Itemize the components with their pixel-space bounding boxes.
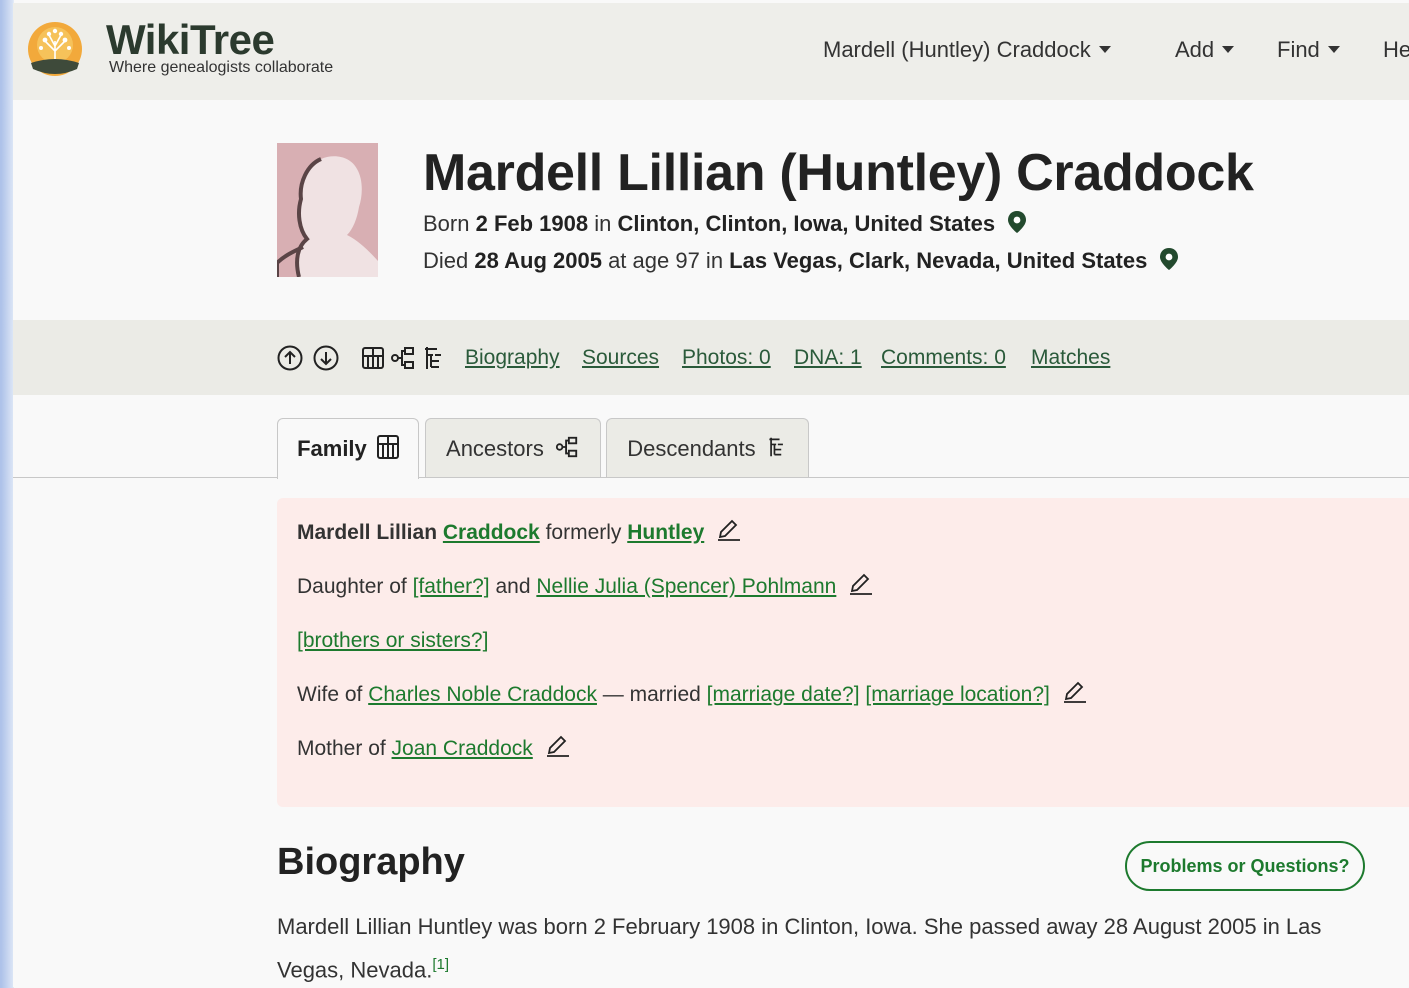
toolbar-link-matches[interactable]: Matches [1031,346,1110,370]
profile-avatar[interactable] [277,143,378,277]
birth-place: Clinton, Clinton, Iowa, United States [617,211,996,236]
biography-heading: Biography [277,841,465,883]
pencil-edit-icon[interactable] [848,572,874,596]
given-names: Mardell Lillian [297,521,443,544]
toolbar-link-comments[interactable]: Comments: 0 [881,346,1006,370]
tab-family-label: Family [297,436,367,461]
descendants-tree-icon[interactable] [421,345,447,371]
death-place: Las Vegas, Clark, Nevada, United States [729,248,1148,273]
married-text: — married [596,683,707,706]
chevron-down-icon [1327,45,1340,53]
female-silhouette-icon [277,156,378,277]
tabs-divider [13,477,1409,478]
birth-prefix: Born [423,211,476,236]
death-date: 28 Aug 2005 [474,248,602,273]
family-grid-icon [376,435,399,460]
tab-family[interactable]: Family [277,418,419,479]
map-pin-icon[interactable] [1007,210,1027,234]
birth-date: 2 Feb 1908 [475,211,589,236]
daughter-of-text: Daughter of [297,575,413,598]
death-prefix: Died [423,248,475,273]
descendants-tree-icon [769,437,783,457]
and-text: and [489,575,537,598]
ancestors-tree-icon [555,437,578,458]
brand-name[interactable]: WikiTree [106,19,275,61]
ancestors-tree-icon[interactable] [390,345,416,371]
father-link[interactable]: [father?] [413,575,490,598]
siblings-link[interactable]: [brothers or sisters?] [297,629,488,652]
toolbar-link-biography[interactable]: Biography [465,346,560,370]
chevron-down-icon [1222,45,1235,53]
toolbar-link-photos[interactable]: Photos: 0 [682,346,771,370]
marriage-location-link[interactable]: [marriage location?] [865,683,1049,706]
wife-of-text: Wife of [297,683,369,706]
problems-questions-button[interactable]: Problems or Questions? [1125,841,1365,891]
family-parents-line: Daughter of [father?] and Nellie Julia (… [297,572,874,599]
page: WikiTree Where genealogists collaborate … [13,3,1409,987]
birth-info: Born 2 Feb 1908 in Clinton, Clinton, Iow… [423,211,1027,237]
family-name-line: Mardell Lillian Craddock formerly Huntle… [297,518,742,545]
nav-find-menu[interactable]: Find [1277,37,1340,63]
arrow-down-circle-icon[interactable] [313,345,339,371]
husband-link[interactable]: Charles Noble Craddock [368,683,597,706]
mother-of-text: Mother of [297,737,392,760]
maiden-surname-link[interactable]: Huntley [627,521,704,544]
toolbar-link-dna[interactable]: DNA: 1 [794,346,862,370]
chevron-down-icon [1098,45,1111,53]
child-link[interactable]: Joan Craddock [392,737,533,760]
birth-mid: in [588,211,618,236]
tab-ancestors[interactable]: Ancestors [425,418,601,477]
family-siblings-line: [brothers or sisters?] [297,629,488,653]
nav-find-label: Find [1277,37,1320,62]
tab-descendants-label: Descendants [627,436,756,461]
map-pin-icon[interactable] [1159,247,1179,271]
pencil-edit-icon[interactable] [716,518,742,542]
nav-profile-label: Mardell (Huntley) Craddock [823,37,1091,62]
family-children-line: Mother of Joan Craddock [297,734,571,761]
wikitree-logo-icon[interactable] [27,21,83,77]
brand-tagline: Where genealogists collaborate [109,59,334,76]
death-info: Died 28 Aug 2005 at age 97 in Las Vegas,… [423,248,1179,274]
tab-descendants[interactable]: Descendants [606,418,809,477]
top-navbar: WikiTree Where genealogists collaborate … [13,3,1409,100]
nav-add-menu[interactable]: Add [1175,37,1235,63]
pencil-edit-icon[interactable] [545,734,571,758]
family-spouse-line: Wife of Charles Noble Craddock — married… [297,680,1088,707]
marriage-date-link[interactable]: [marriage date?] [707,683,860,706]
pencil-edit-icon[interactable] [1062,680,1088,704]
nav-help-menu[interactable]: He [1383,37,1409,63]
nav-help-label: He [1383,37,1409,62]
tab-ancestors-label: Ancestors [446,436,544,461]
mother-link[interactable]: Nellie Julia (Spencer) Pohlmann [536,575,836,598]
footnote-link[interactable]: [1] [432,956,449,973]
formerly-text: formerly [539,521,628,544]
arrow-up-circle-icon[interactable] [277,345,303,371]
nav-profile-menu[interactable]: Mardell (Huntley) Craddock [823,37,1111,63]
family-grid-icon[interactable] [360,345,386,371]
profile-name: Mardell Lillian (Huntley) Craddock [423,144,1254,202]
nav-add-label: Add [1175,37,1215,62]
current-surname-link[interactable]: Craddock [443,521,540,544]
biography-text: Mardell Lillian Huntley was born 2 Febru… [277,909,1377,988]
death-mid: at age 97 in [601,248,730,273]
toolbar-link-sources[interactable]: Sources [582,346,659,370]
